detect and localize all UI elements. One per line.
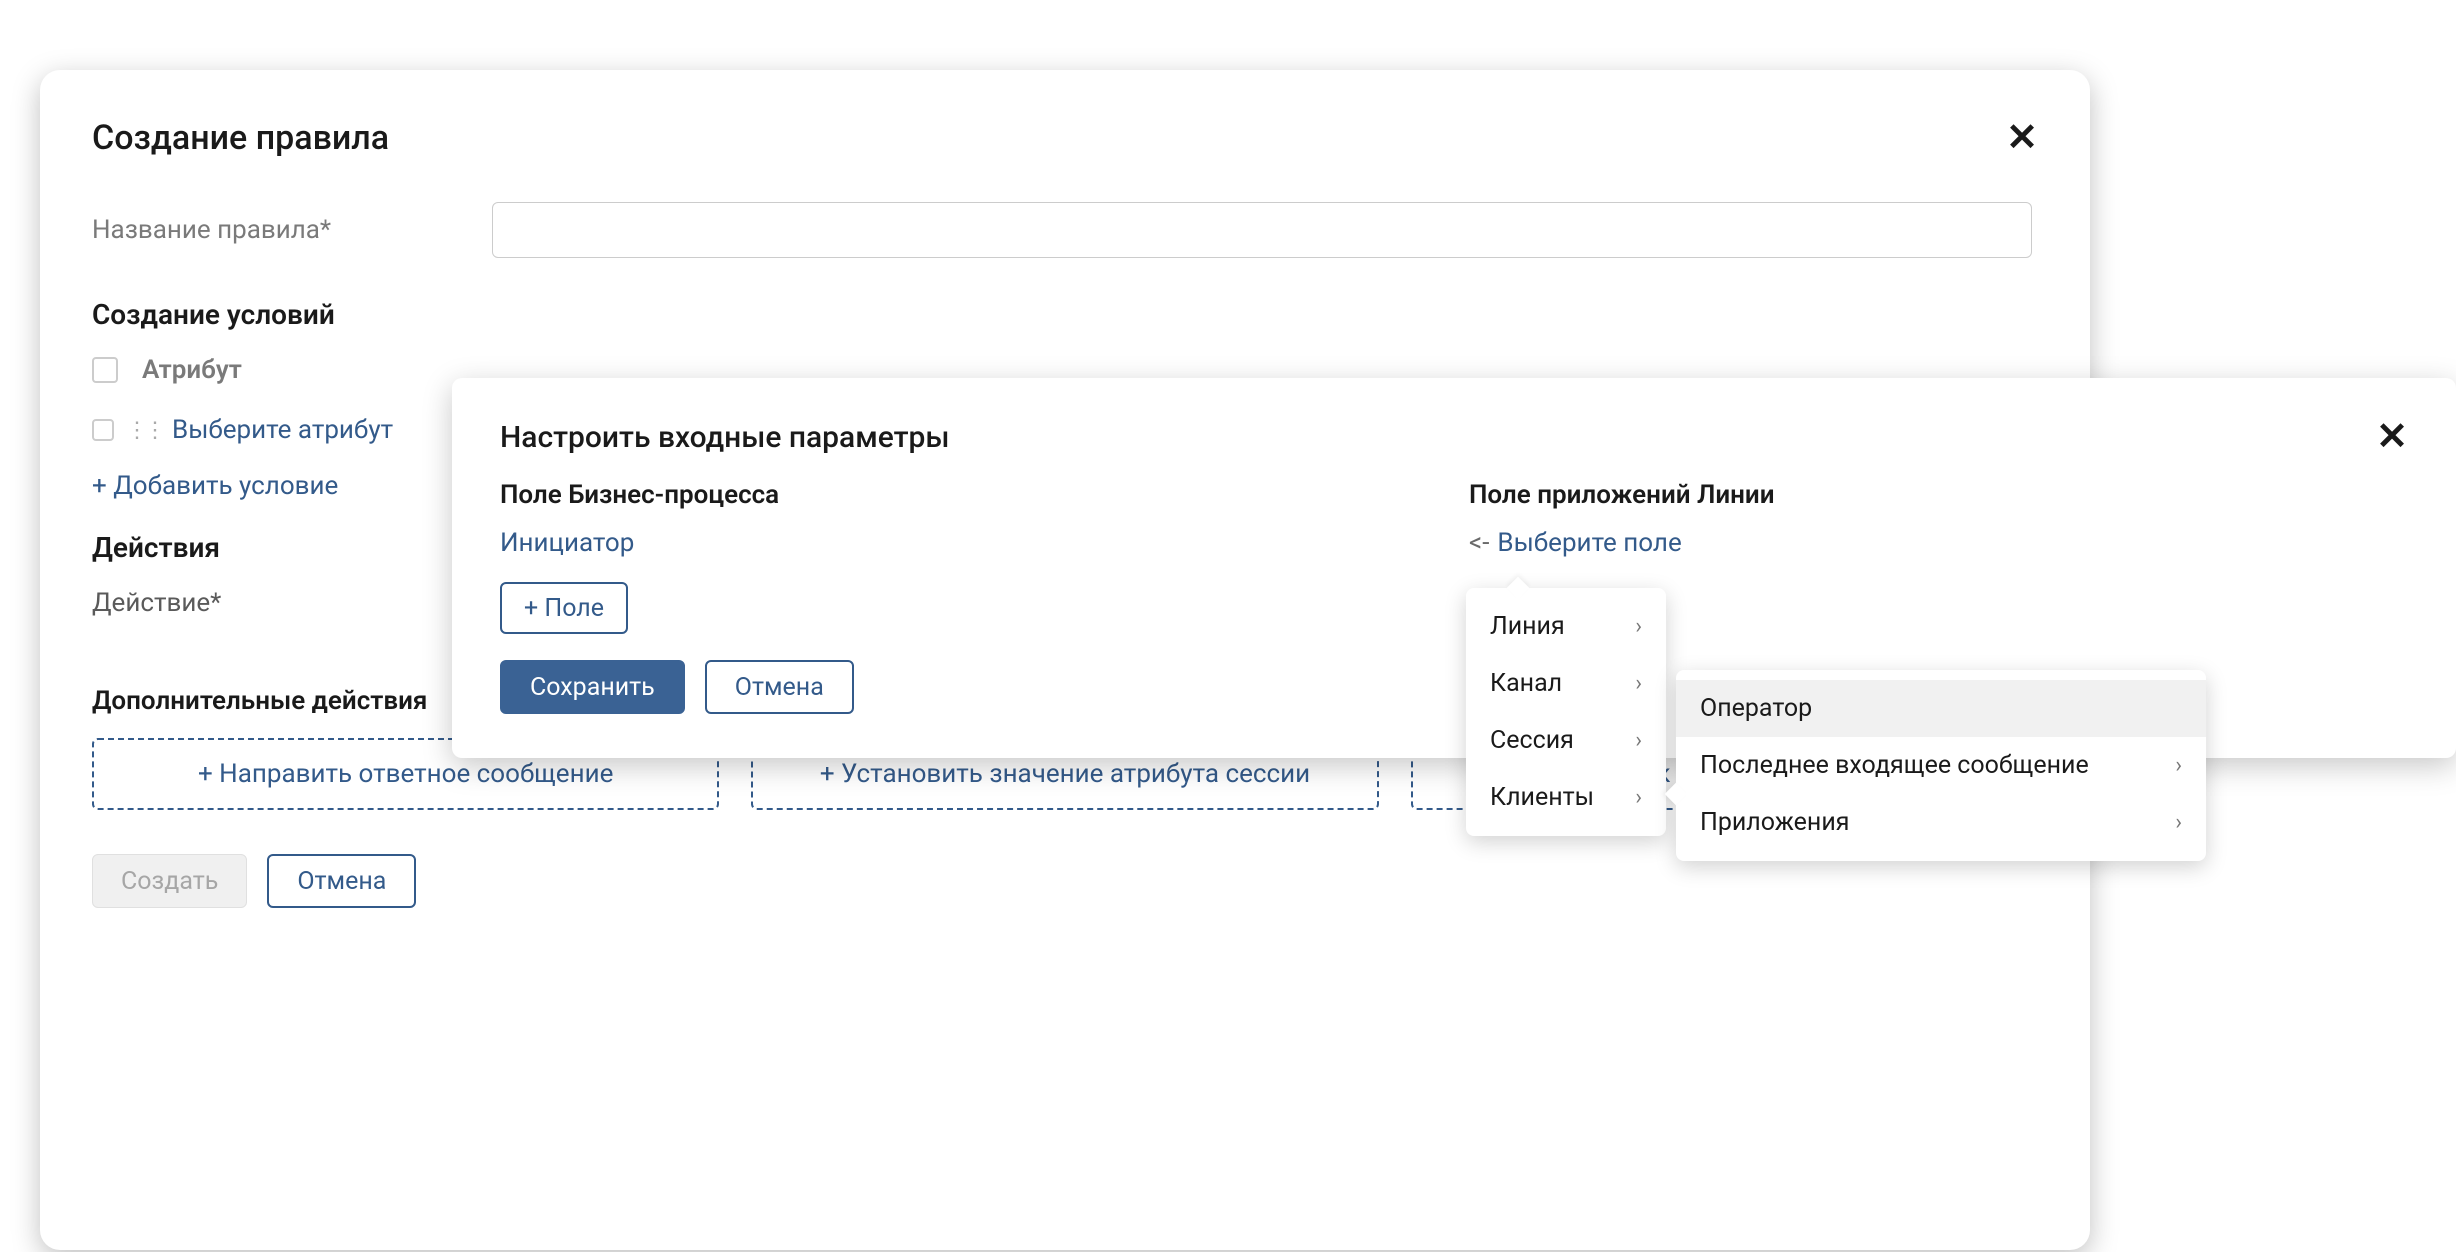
dialog-header: Создание правила ✕ — [92, 118, 2038, 158]
config-panel-title: Настроить входные параметры — [500, 420, 950, 455]
save-button[interactable]: Сохранить — [500, 660, 685, 714]
create-button[interactable]: Создать — [92, 854, 247, 908]
dropdown-item-channel[interactable]: Канал › — [1466, 655, 1666, 712]
config-panel-header: Настроить входные параметры ✕ — [500, 418, 2408, 456]
dropdown-item-clients[interactable]: Клиенты › — [1466, 769, 1666, 826]
chevron-right-icon: › — [2175, 810, 2182, 835]
select-attribute-checkbox[interactable] — [92, 419, 114, 441]
dropdown-item-last-incoming[interactable]: Последнее входящее сообщение › — [1676, 737, 2206, 794]
dropdown-item-session[interactable]: Сессия › — [1466, 712, 1666, 769]
line-app-field-title: Поле приложений Линии — [1469, 480, 2408, 510]
dropdown-item-label: Канал — [1490, 669, 1562, 698]
attribute-checkbox[interactable] — [92, 357, 118, 383]
select-attribute-link[interactable]: Выберите атрибут — [172, 415, 393, 445]
chevron-right-icon: › — [1635, 614, 1642, 639]
dropdown-item-label: Клиенты — [1490, 783, 1594, 812]
dropdown-item-line[interactable]: Линия › — [1466, 598, 1666, 655]
drag-handle-icon[interactable]: ⋮⋮ — [126, 418, 162, 443]
attribute-label: Атрибут — [142, 355, 242, 385]
panel-footer-buttons: Сохранить Отмена — [500, 660, 1439, 714]
dropdown-item-label: Последнее входящее сообщение — [1700, 751, 2089, 780]
close-icon[interactable]: ✕ — [2006, 119, 2038, 157]
dropdown-item-label: Приложения — [1700, 808, 1850, 837]
rule-name-row: Название правила* — [92, 202, 2038, 258]
field-category-dropdown: Линия › Канал › Сессия › Клиенты › — [1466, 588, 1666, 836]
conditions-title: Создание условий — [92, 298, 2038, 331]
chevron-right-icon: › — [1635, 785, 1642, 810]
panel-cancel-button[interactable]: Отмена — [705, 660, 854, 714]
cancel-button[interactable]: Отмена — [267, 854, 416, 908]
chevron-right-icon: › — [1635, 728, 1642, 753]
dialog-title: Создание правила — [92, 118, 389, 158]
dialog-footer-buttons: Создать Отмена — [92, 854, 2038, 908]
close-icon[interactable]: ✕ — [2376, 418, 2408, 456]
bp-field-title: Поле Бизнес-процесса — [500, 480, 1439, 510]
select-field-row: <- Выберите поле — [1469, 528, 2408, 558]
dropdown-item-label: Сессия — [1490, 726, 1574, 755]
select-field-link[interactable]: Выберите поле — [1497, 528, 1681, 558]
dropdown-item-label: Линия — [1490, 612, 1565, 641]
rule-name-input[interactable] — [492, 202, 2032, 258]
arrow-left-icon: <- — [1469, 528, 1489, 558]
rule-name-label: Название правила* — [92, 215, 492, 245]
field-submenu-dropdown: Оператор Последнее входящее сообщение › … — [1676, 670, 2206, 861]
dropdown-item-apps[interactable]: Приложения › — [1676, 794, 2206, 851]
chevron-right-icon: › — [2175, 753, 2182, 778]
dropdown-item-operator[interactable]: Оператор — [1676, 680, 2206, 737]
dropdown-item-label: Оператор — [1700, 694, 1812, 723]
config-left-col: Поле Бизнес-процесса Инициатор + Поле Со… — [500, 480, 1439, 714]
add-field-button[interactable]: + Поле — [500, 582, 628, 634]
initiator-link[interactable]: Инициатор — [500, 528, 1439, 558]
chevron-right-icon: › — [1635, 671, 1642, 696]
